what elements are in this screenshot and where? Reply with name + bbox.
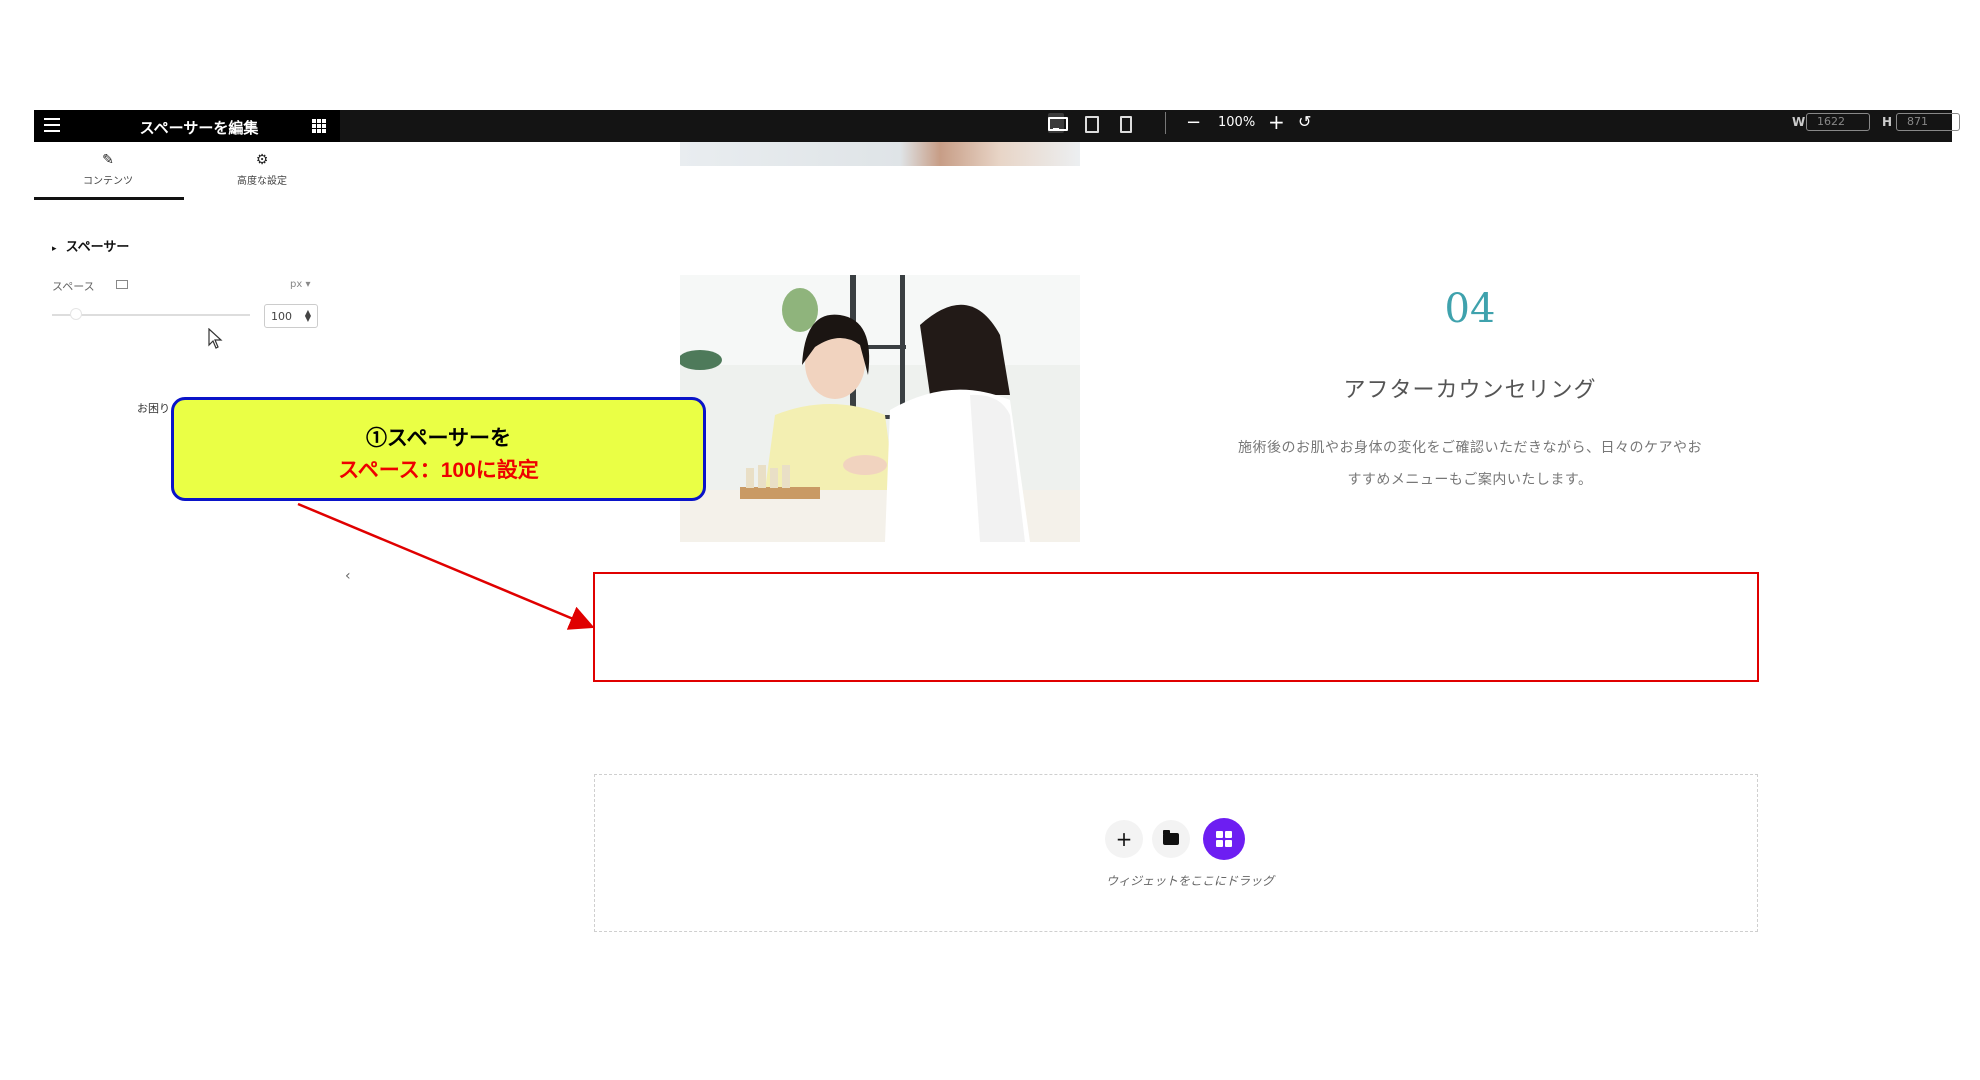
callout-line2: スペース：100に設定 bbox=[338, 459, 539, 482]
instruction-callout: ①スペーサーを スペース：100に設定 bbox=[171, 397, 706, 501]
annotation-arrow bbox=[297, 502, 595, 630]
callout-line1: ①スペーサーを bbox=[365, 427, 512, 450]
